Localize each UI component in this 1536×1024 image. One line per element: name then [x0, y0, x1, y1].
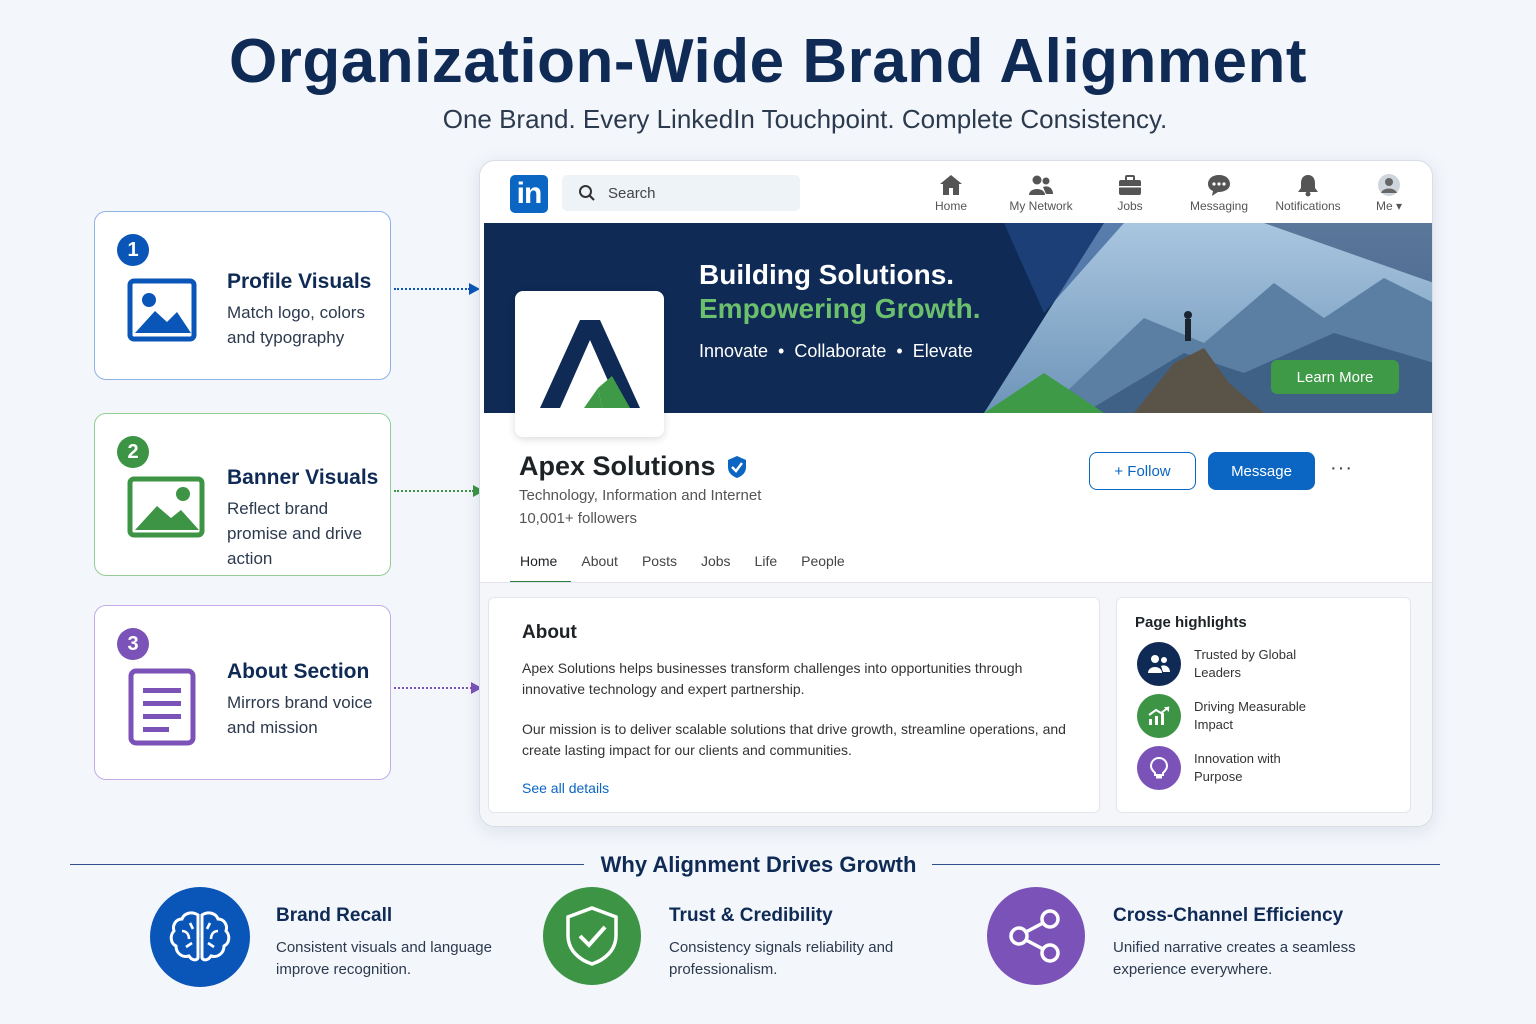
- messaging-icon: [1208, 175, 1230, 196]
- bell-icon: [1298, 175, 1318, 197]
- callout-number: 1: [117, 234, 149, 266]
- about-paragraph: Our mission is to deliver scalable solut…: [522, 721, 1066, 758]
- briefcase-icon: [1119, 175, 1141, 195]
- nav-home[interactable]: Home: [906, 173, 996, 213]
- page-highlights-panel: Page highlights Trusted by Global Leader…: [1116, 597, 1411, 813]
- tab-life[interactable]: Life: [745, 553, 792, 583]
- nav-me[interactable]: Me ▾: [1344, 173, 1432, 213]
- connector-arrow: [394, 283, 480, 295]
- see-all-details-link[interactable]: See all details: [522, 780, 609, 796]
- home-icon: [940, 175, 962, 195]
- highlights-title: Page highlights: [1135, 614, 1247, 631]
- callout-about-section: 3 About Section Mirrors brand voice and …: [94, 605, 391, 780]
- document-icon: [127, 668, 197, 751]
- callout-title: About Section: [227, 660, 370, 683]
- about-paragraph: Apex Solutions helps businesses transfor…: [522, 660, 1023, 697]
- banner-headline-green: Empowering Growth.: [699, 293, 981, 324]
- tab-people[interactable]: People: [791, 553, 859, 583]
- verified-badge-icon: [727, 455, 746, 478]
- company-logo[interactable]: [515, 291, 664, 437]
- page-title: Organization-Wide Brand Alignment: [229, 27, 1307, 96]
- nav-messaging[interactable]: Messaging: [1174, 173, 1264, 213]
- callout-text: Reflect brand promise and drive action: [227, 499, 363, 568]
- search-icon: [579, 185, 595, 201]
- connector-arrow: [394, 485, 484, 497]
- highlight-item: Innovation with Purpose: [1137, 746, 1324, 790]
- banner-tagline: Innovate • Collaborate • Elevate: [699, 341, 973, 361]
- image-icon: [127, 278, 197, 347]
- people-icon: [1137, 642, 1181, 686]
- message-button[interactable]: Message: [1208, 452, 1315, 490]
- company-name: Apex Solutions: [519, 451, 748, 482]
- learn-more-button[interactable]: Learn More: [1271, 360, 1399, 394]
- image-icon: [127, 476, 205, 543]
- search-placeholder: Search: [608, 184, 656, 202]
- about-title: About: [522, 622, 577, 643]
- callout-number: 2: [117, 436, 149, 468]
- company-industry: Technology, Information and Internet: [519, 487, 762, 504]
- tab-posts[interactable]: Posts: [632, 553, 691, 583]
- benefit-title: Trust & Credibility: [669, 905, 833, 926]
- apex-logo-icon: [539, 320, 640, 408]
- callout-text: Mirrors brand voice and mission: [227, 693, 373, 737]
- callout-title: Banner Visuals: [227, 466, 379, 489]
- benefit-text: Consistent visuals and language improve …: [276, 939, 492, 978]
- nav-my-network[interactable]: My Network: [996, 173, 1086, 213]
- section-title: Why Alignment Drives Growth: [600, 852, 917, 877]
- callout-banner-visuals: 2 Banner Visuals Reflect brand promise a…: [94, 413, 391, 576]
- linkedin-logo[interactable]: in: [510, 175, 548, 213]
- page-tabs: Home About Posts Jobs Life People: [510, 553, 859, 583]
- page-subtitle: One Brand. Every LinkedIn Touchpoint. Co…: [442, 104, 1168, 134]
- nav-jobs[interactable]: Jobs: [1085, 173, 1175, 213]
- company-followers: 10,001+ followers: [519, 510, 637, 527]
- callout-title: Profile Visuals: [227, 270, 372, 293]
- follow-button[interactable]: + Follow: [1089, 452, 1196, 490]
- benefit-title: Cross-Channel Efficiency: [1113, 905, 1344, 926]
- shield-check-icon: [543, 887, 641, 985]
- tab-home[interactable]: Home: [510, 553, 572, 583]
- avatar-icon: [1378, 174, 1400, 196]
- connector-arrow: [394, 682, 482, 694]
- highlight-item: Driving Measurable Impact: [1137, 694, 1324, 738]
- tab-about[interactable]: About: [571, 553, 632, 583]
- lightbulb-icon: [1137, 746, 1181, 790]
- benefit-text: Consistency signals reliability and prof…: [669, 939, 894, 978]
- benefit-title: Brand Recall: [276, 905, 393, 926]
- more-options-icon[interactable]: ···: [1330, 457, 1353, 480]
- callout-number: 3: [117, 628, 149, 660]
- growth-chart-icon: [1137, 694, 1181, 738]
- search-input[interactable]: Search: [562, 175, 800, 211]
- benefit-text: Unified narrative creates a seamless exp…: [1113, 939, 1356, 978]
- banner-headline: Building Solutions.: [699, 259, 955, 290]
- nav-notifications[interactable]: Notifications: [1263, 173, 1353, 213]
- linkedin-company-page: in Search Home My Network Jobs Messaging…: [479, 160, 1433, 827]
- about-panel: About Apex Solutions helps businesses tr…: [488, 597, 1100, 813]
- share-icon: [987, 887, 1085, 985]
- network-icon: [1029, 175, 1053, 195]
- callout-text: Match logo, colors and typography: [227, 303, 365, 347]
- tab-jobs[interactable]: Jobs: [691, 553, 745, 583]
- callout-profile-visuals: 1 Profile Visuals Match logo, colors and…: [94, 211, 391, 380]
- brain-icon: [150, 887, 250, 987]
- highlight-item: Trusted by Global Leaders: [1137, 642, 1324, 686]
